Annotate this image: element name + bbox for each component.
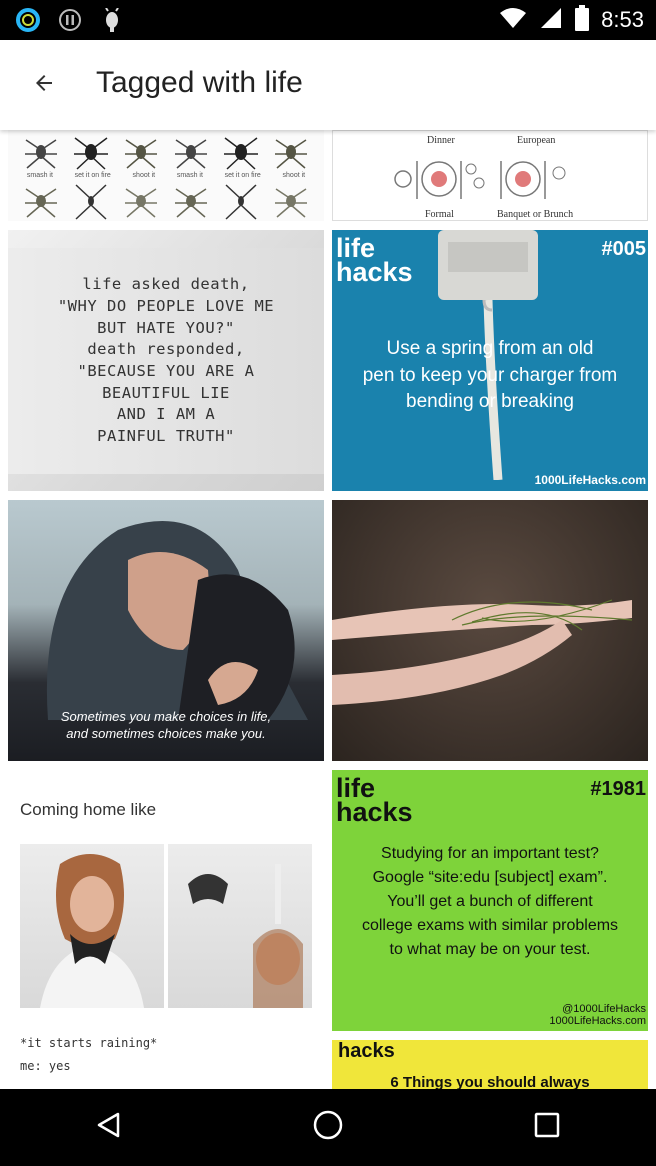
spider-icon (224, 137, 258, 170)
page-title: Tagged with life (96, 66, 303, 99)
couple-photo (46, 521, 309, 720)
status-time: 8:53 (601, 7, 644, 32)
spider-icon (75, 184, 107, 220)
recents-nav-icon (532, 1110, 562, 1145)
spider-label-row: smash it set it on fire shoot it smash i… (8, 172, 324, 179)
lifehacks-logo: life hacks (336, 233, 413, 288)
spider-icon (25, 188, 57, 218)
lifehacks-logo: life hacks (336, 773, 413, 828)
app-bar: Tagged with life (0, 40, 656, 130)
spider-label: shoot it (282, 172, 306, 179)
ring-app-icon (14, 6, 42, 34)
info-icon (56, 6, 84, 34)
quote-text: life asked death, "WHY DO PEOPLE LOVE ME… (57, 275, 275, 446)
kiss-caption: Sometimes you make choices in life, and … (60, 708, 272, 742)
spider-label: set it on fire (74, 172, 111, 179)
spider-icon (275, 139, 307, 169)
spider-icon (175, 188, 207, 218)
hack-number: #1981 (590, 778, 646, 800)
nav-home-button[interactable] (283, 1093, 373, 1163)
spider-label: smash it (176, 172, 203, 179)
lifehacks-logo: hacks (338, 1040, 395, 1062)
hack-source: 1000LifeHacks.com (534, 473, 646, 487)
image-grid[interactable]: smash it set it on fire shoot it smash i… (0, 130, 656, 1089)
meme-photo-left (20, 844, 164, 1008)
grid-item-lifehack-study[interactable]: life hacks #1981 Studying for an importa… (332, 770, 648, 1031)
dinner-label: Banquet or Brunch (497, 209, 574, 220)
spider-label: smash it (26, 172, 53, 179)
android-bug-icon (98, 6, 126, 34)
arrow-back-icon (32, 71, 56, 100)
grid-item-dinner-settings[interactable]: Dinner European Formal Banquet or Brunch (332, 130, 648, 221)
grid-item-lifehack-things[interactable]: hacks 6 Things you should always (332, 1040, 648, 1089)
meme-caption: *it starts raining* me: yes (20, 1036, 158, 1073)
back-nav-icon (94, 1110, 124, 1145)
hack-source: @1000LifeHacks 1000LifeHacks.com (549, 1003, 646, 1027)
spider-label: set it on fire (224, 172, 261, 179)
hack-text: Studying for an important test? Google “… (361, 845, 619, 958)
grid-item-coming-home[interactable]: Coming home like *it starts raining* me:… (8, 770, 324, 1089)
nav-back-button[interactable] (64, 1093, 154, 1163)
hands-photo (332, 599, 633, 705)
table-setting-illustration (394, 161, 566, 199)
spider-icon (225, 184, 257, 220)
spider-icon (125, 188, 157, 218)
hack-text: 6 Things you should always (390, 1074, 590, 1089)
spider-icon (74, 137, 108, 170)
meme-photo-right (168, 844, 312, 1008)
dinner-label: European (517, 135, 556, 146)
hack-text: Use a spring from an old pen to keep you… (362, 338, 618, 413)
hack-number: #005 (601, 238, 647, 260)
navigation-bar (0, 1089, 656, 1166)
spider-icon (125, 139, 157, 169)
spider-row (8, 132, 324, 172)
home-nav-icon (311, 1108, 345, 1147)
dinner-label: Formal (425, 209, 454, 220)
spider-label: shoot it (132, 172, 156, 179)
back-button[interactable] (16, 57, 72, 113)
battery-icon (575, 4, 590, 36)
spider-icon (175, 139, 207, 169)
wifi-icon (499, 7, 527, 34)
signal-icon (539, 6, 563, 35)
meme-title: Coming home like (20, 800, 157, 819)
status-bar: 8:53 (0, 0, 656, 40)
grid-item-kiss[interactable]: Sometimes you make choices in life, and … (8, 500, 324, 761)
quote-card: life asked death, "WHY DO PEOPLE LOVE ME… (8, 248, 324, 474)
spider-icon (25, 139, 57, 169)
dinner-label: Dinner (427, 135, 455, 146)
grid-item-spiders[interactable]: smash it set it on fire shoot it smash i… (8, 130, 324, 221)
spider-icon (275, 188, 307, 218)
grid-item-quote[interactable]: life asked death, "WHY DO PEOPLE LOVE ME… (8, 230, 324, 491)
nav-recents-button[interactable] (502, 1093, 592, 1163)
grid-item-lifehack-charger[interactable]: life hacks #005 Use a spring from an old… (332, 230, 648, 491)
spider-row (8, 181, 324, 221)
grid-item-hands[interactable] (332, 500, 648, 761)
